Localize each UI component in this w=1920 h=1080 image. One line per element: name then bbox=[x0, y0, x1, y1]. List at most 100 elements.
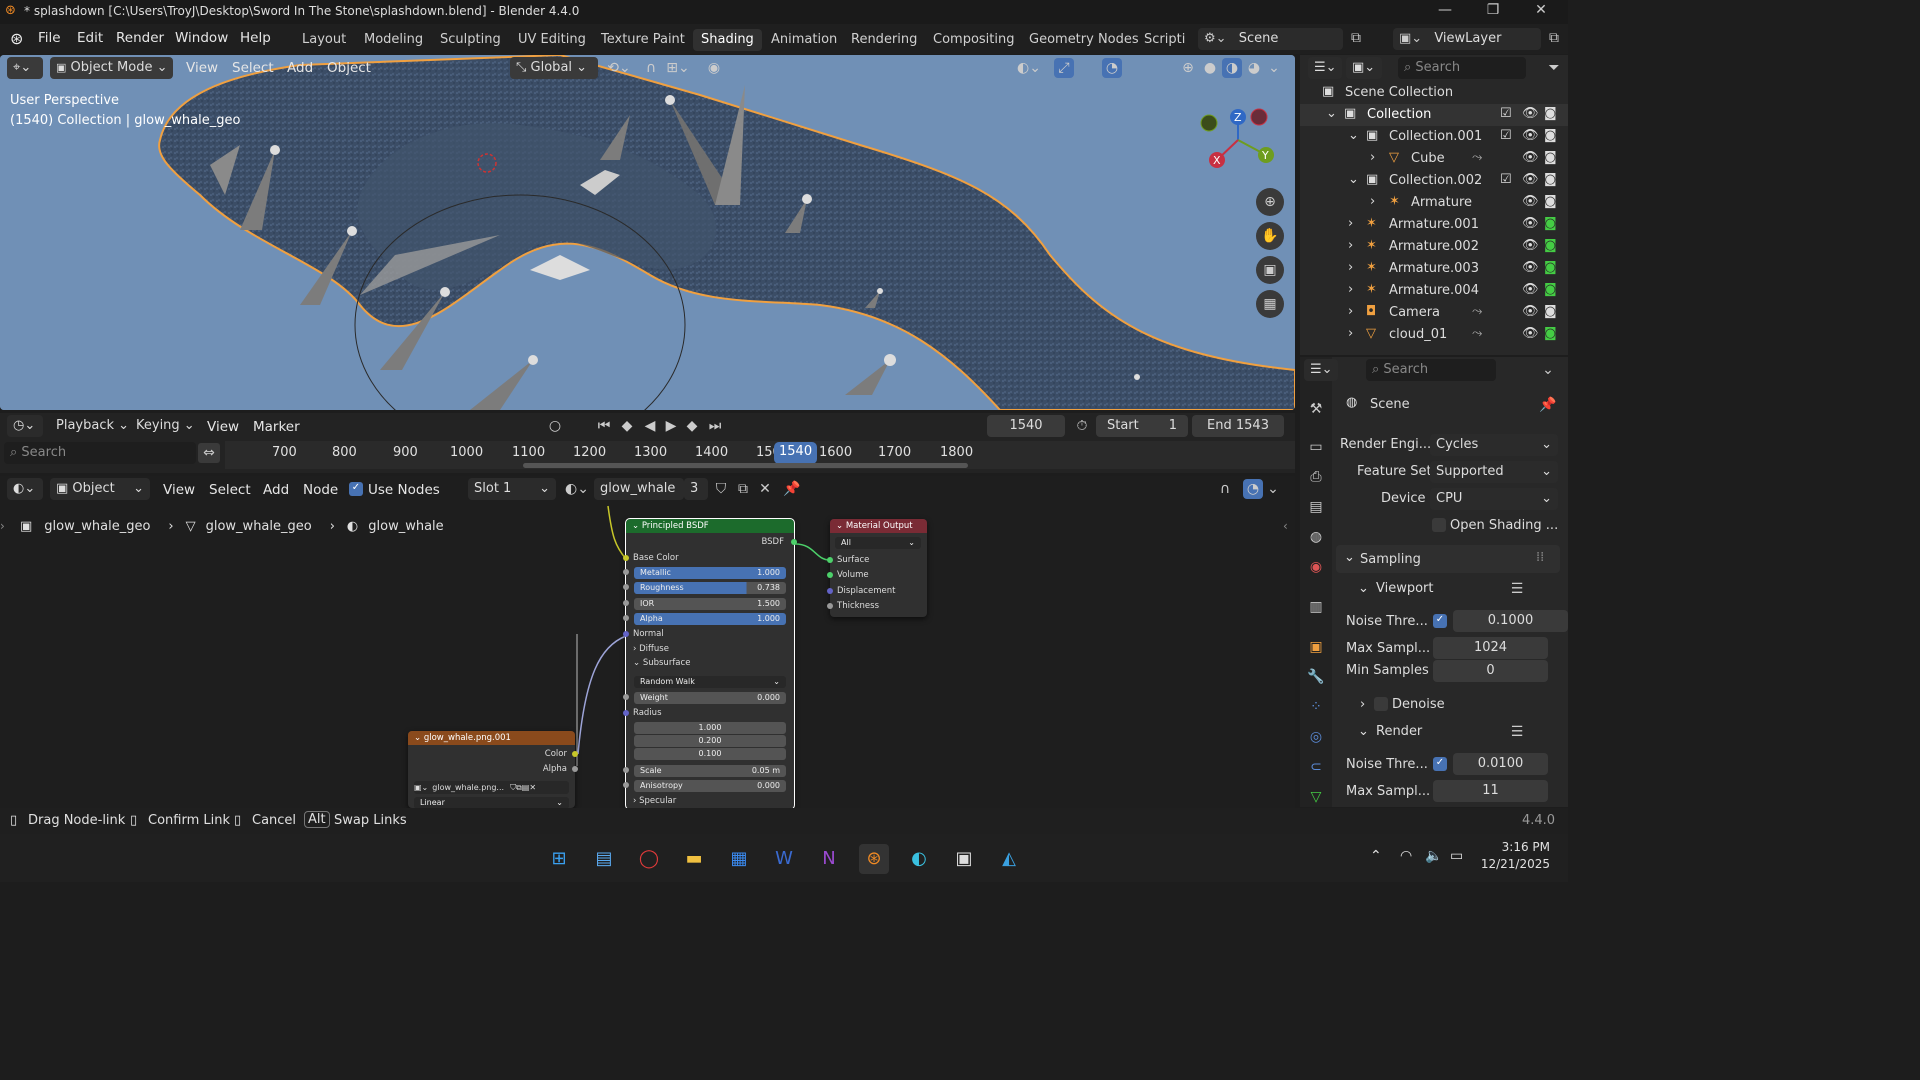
expand-icon[interactable]: › bbox=[1370, 194, 1375, 209]
eye-icon[interactable]: 👁 bbox=[1522, 282, 1539, 297]
radius-x-field[interactable]: 1.000 bbox=[634, 722, 786, 734]
viewport-menu-view[interactable]: View bbox=[186, 60, 218, 76]
presets-icon[interactable]: ☰ bbox=[1506, 722, 1528, 742]
noise-threshold-field[interactable]: 0.1000 bbox=[1453, 610, 1568, 632]
input-socket[interactable] bbox=[623, 615, 629, 621]
wireframe-shading-icon[interactable]: ⊕ bbox=[1178, 58, 1198, 78]
metallic-field[interactable]: Metallic 1.000 bbox=[634, 567, 786, 579]
node-header[interactable]: ⌄ Material Output bbox=[830, 519, 927, 533]
render-noise-threshold-field[interactable]: 0.0100 bbox=[1453, 753, 1548, 775]
outliner-row-armature-004[interactable]: › ✶ Armature.004 👁 ◙ bbox=[1300, 280, 1568, 302]
tab-geometry-nodes[interactable]: Geometry Nodes bbox=[1021, 29, 1147, 51]
expand-icon[interactable]: › bbox=[1348, 282, 1353, 297]
tab-sculpting[interactable]: Sculpting bbox=[432, 29, 509, 51]
onenote-icon[interactable]: N bbox=[814, 844, 844, 874]
tool-tab-icon[interactable]: ⚒ bbox=[1306, 399, 1326, 419]
camera-render-icon[interactable]: ◙ bbox=[1544, 106, 1557, 121]
close-icon[interactable]: ✕ bbox=[1526, 2, 1556, 18]
sidebar-toggle-icon[interactable]: ‹ bbox=[1283, 519, 1288, 533]
current-frame-field[interactable]: 1540 bbox=[987, 415, 1065, 437]
tab-shading[interactable]: Shading bbox=[693, 29, 762, 51]
expand-icon[interactable]: › bbox=[1370, 150, 1375, 165]
dolphin-app-icon[interactable]: ◭ bbox=[994, 844, 1024, 874]
image-texture-node[interactable]: ⌄ glow_whale.png.001 Color Alpha ▣⌄ glow_… bbox=[408, 731, 578, 809]
new-viewlayer-icon[interactable]: ⧉ bbox=[1543, 28, 1565, 48]
tab-animation[interactable]: Animation bbox=[763, 29, 845, 51]
object-mode-dropdown[interactable]: ▣ Object Mode ⌄ bbox=[50, 57, 173, 79]
principled-bsdf-node[interactable]: ⌄ Principled BSDF BSDF Base Color Metall… bbox=[623, 518, 797, 810]
collapse-icon[interactable]: ⌄ bbox=[1358, 724, 1369, 739]
play-icon[interactable]: ▶ bbox=[661, 416, 681, 436]
data-tab-icon[interactable]: ▽ bbox=[1306, 787, 1326, 807]
scene-tab-icon[interactable]: ◍ bbox=[1306, 527, 1326, 547]
prev-keyframe-icon[interactable]: ◆ bbox=[617, 416, 637, 436]
camera-render-icon[interactable]: ◙ bbox=[1544, 172, 1557, 187]
visibility-icon[interactable]: ◐⌄ bbox=[1012, 58, 1046, 78]
camera-view-icon[interactable]: ▣ bbox=[1256, 256, 1284, 284]
menu-render[interactable]: Render bbox=[116, 30, 164, 46]
camera-render-icon[interactable]: ◙ bbox=[1544, 150, 1557, 165]
outliner-row-collection-002[interactable]: ⌄ ▣ Collection.002 ☑ 👁 ◙ bbox=[1300, 170, 1568, 192]
eye-icon[interactable]: 👁 bbox=[1522, 194, 1539, 209]
physics-tab-icon[interactable]: ◎ bbox=[1306, 727, 1326, 747]
eye-icon[interactable]: 👁 bbox=[1522, 304, 1539, 319]
node-header[interactable]: ⌄ glow_whale.png.001 bbox=[408, 731, 575, 745]
denoise-checkbox[interactable] bbox=[1374, 697, 1388, 711]
weight-field[interactable]: Weight 0.000 bbox=[634, 692, 786, 704]
end-frame-field[interactable]: End 1543 bbox=[1192, 415, 1284, 437]
rendered-shading-icon[interactable]: ◕ bbox=[1244, 58, 1264, 78]
expand-icon[interactable]: ⌄ bbox=[1348, 128, 1359, 143]
osl-checkbox[interactable] bbox=[1432, 518, 1446, 532]
displacement-socket[interactable] bbox=[827, 588, 833, 594]
tab-rendering[interactable]: Rendering bbox=[843, 29, 925, 51]
expand-icon[interactable]: › bbox=[1348, 260, 1353, 275]
navigation-gizmo[interactable]: Z Y X bbox=[1200, 105, 1280, 175]
outliner-row-cube[interactable]: › ▽ Cube ⤳ 👁 ◙ bbox=[1300, 148, 1568, 170]
volume-socket[interactable] bbox=[827, 572, 833, 578]
timeline-editor-type-icon[interactable]: ◷⌄ bbox=[7, 415, 43, 437]
input-socket[interactable] bbox=[623, 600, 629, 606]
jump-end-icon[interactable]: ⏭ bbox=[705, 416, 725, 436]
outliner-row-armature-001[interactable]: › ✶ Armature.001 👁 ◙ bbox=[1300, 214, 1568, 236]
sidebar-toggle-icon[interactable]: › bbox=[0, 519, 5, 533]
maximize-icon[interactable]: ❐ bbox=[1478, 2, 1508, 18]
max-samples-field[interactable]: 1024 bbox=[1433, 637, 1548, 659]
properties-options-icon[interactable]: ⌄ bbox=[1538, 360, 1558, 380]
start-windows-icon[interactable]: ⊞ bbox=[544, 844, 574, 874]
tab-layout[interactable]: Layout bbox=[294, 29, 354, 51]
subsurface-panel[interactable]: ⌄ Subsurface bbox=[633, 658, 690, 668]
feature-set-dropdown[interactable]: Supported ⌄ bbox=[1430, 461, 1558, 483]
timeline-menu-view[interactable]: View bbox=[207, 419, 239, 435]
proportional-edit-icon[interactable]: ◉ bbox=[703, 58, 725, 78]
outliner-row-scene-collection[interactable]: ▣ Scene Collection bbox=[1300, 82, 1568, 104]
modifier-tab-icon[interactable]: 🔧 bbox=[1306, 667, 1326, 687]
properties-search-input[interactable]: ⌕ Search bbox=[1366, 359, 1496, 381]
camera-render-icon[interactable]: ◙ bbox=[1544, 238, 1557, 253]
expand-icon[interactable]: › bbox=[1348, 326, 1353, 341]
checkbox-icon[interactable]: ☑ bbox=[1500, 128, 1512, 143]
eye-icon[interactable]: 👁 bbox=[1522, 260, 1539, 275]
presets-icon[interactable]: ☰ bbox=[1506, 579, 1528, 599]
minimize-icon[interactable]: — bbox=[1430, 2, 1460, 18]
output-tab-icon[interactable]: ⎙ bbox=[1306, 467, 1326, 487]
playback-menu[interactable]: Playback ⌄ bbox=[50, 415, 129, 437]
play-reverse-icon[interactable]: ◀ bbox=[640, 416, 660, 436]
outliner-row-collection-001[interactable]: ⌄ ▣ Collection.001 ☑ 👁 ◙ bbox=[1300, 126, 1568, 148]
snap-icon[interactable]: ∩ bbox=[640, 58, 662, 78]
object-tab-icon[interactable]: ▣ bbox=[1306, 637, 1326, 657]
anisotropy-field[interactable]: Anisotropy 0.000 bbox=[634, 780, 786, 792]
file-explorer-icon[interactable]: ▬ bbox=[679, 844, 709, 874]
viewlayer-selector[interactable]: ▣⌄ ViewLayer bbox=[1393, 28, 1541, 50]
outliner-row-armature[interactable]: › ✶ Armature 👁 ◙ bbox=[1300, 192, 1568, 214]
wifi-icon[interactable]: ◠ bbox=[1400, 848, 1412, 864]
blender-taskbar-icon[interactable]: ⊛ bbox=[859, 844, 889, 874]
blender-menu-icon[interactable]: ⊛ bbox=[10, 29, 23, 48]
tab-texture-paint[interactable]: Texture Paint bbox=[593, 29, 693, 51]
start-frame-field[interactable]: Start 1 bbox=[1096, 415, 1188, 437]
viewport-menu-object[interactable]: Object bbox=[327, 60, 371, 76]
expand-icon[interactable]: ⌄ bbox=[1326, 106, 1337, 121]
ior-field[interactable]: IOR 1.500 bbox=[634, 598, 786, 610]
battery-icon[interactable]: ▭ bbox=[1450, 848, 1463, 864]
editor-type-3d-icon[interactable]: ⌖⌄ bbox=[7, 57, 43, 79]
noise-threshold-checkbox[interactable]: ✓ bbox=[1433, 614, 1447, 628]
